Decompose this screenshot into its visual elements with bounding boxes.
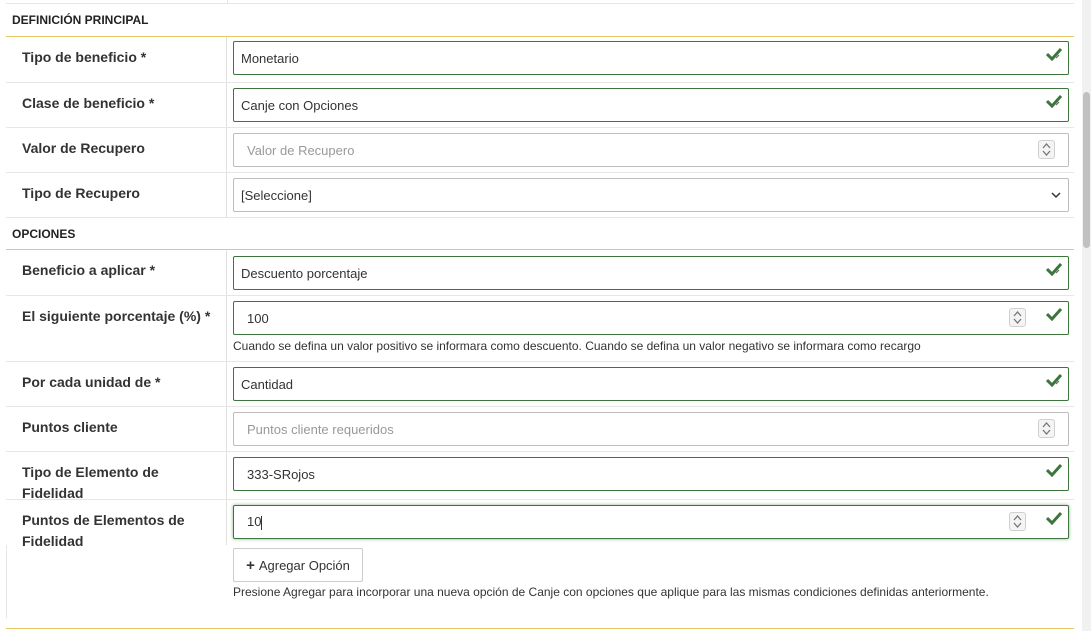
field-value-text: 10 [247,514,262,530]
field-value: [Seleccione] [241,187,312,203]
beneficio-aplicar-select[interactable]: Descuento porcentaje [233,256,1069,290]
check-icon [1046,307,1062,321]
section-title: DEFINICIÓN PRINCIPAL [12,13,149,27]
tipo-beneficio-select[interactable]: Monetario [233,41,1069,75]
field-value: Cantidad [241,376,294,392]
spinner-icon[interactable] [1009,308,1026,327]
text-cursor [261,515,263,530]
section-divider [6,628,1074,629]
row-puntos-cliente: Puntos cliente Puntos cliente requeridos [6,407,1074,452]
tipo-recupero-select[interactable]: [Seleccione] [233,178,1069,212]
check-icon [1046,47,1062,61]
section-title: OPCIONES [12,226,76,241]
field-label: Puntos cliente [6,407,227,451]
porcentaje-input[interactable]: 100 [233,301,1069,335]
unidad-select[interactable]: Cantidad [233,367,1069,401]
spinner-icon[interactable] [1038,140,1055,159]
add-option-label: Agregar Opción [258,557,350,573]
spinner-icon[interactable] [1038,419,1055,438]
row-tipo-elemento: Tipo de Elemento de Fidelidad 333-SRojos [6,452,1074,501]
row-porcentaje: El siguiente porcentaje (%) * 100 Cuando… [6,296,1074,362]
scrollbar-thumb[interactable] [1083,92,1090,248]
label-line: Tipo de Elemento de [22,464,159,480]
row-puntos-elementos: Puntos de Elementos de Fidelidad 10 [6,500,1074,549]
label-line: Puntos de Elementos de [22,512,185,528]
porcentaje-help-text: Cuando se defina un valor positivo se in… [233,339,921,353]
field-value: 100 [247,310,269,326]
field-label: Por cada unidad de * [6,362,227,406]
row-valor-recupero: Valor de Recupero Valor de Recupero [6,128,1074,173]
field-label: Tipo de Recupero [6,173,227,217]
check-icon [1046,511,1062,525]
vertical-scrollbar[interactable] [1082,0,1091,631]
add-option-help-text: Presione Agregar para incorporar una nue… [233,585,989,599]
row-tipo-recupero: Tipo de Recupero [Seleccione] [6,173,1074,218]
field-value: 10 [241,514,263,530]
check-icon [1046,373,1062,387]
field-label: Valor de Recupero [6,128,227,172]
label-line: Fidelidad [22,533,84,549]
check-icon [1046,262,1062,276]
row-beneficio-aplicar: Beneficio a aplicar * Descuento porcenta… [6,250,1074,296]
field-label: Tipo de Elemento de Fidelidad [6,452,227,501]
field-label: El siguiente porcentaje (%) * [6,296,227,361]
chevron-down-icon [1051,191,1061,199]
puntos-cliente-input[interactable]: Puntos cliente requeridos [233,412,1069,446]
tipo-elemento-select[interactable]: 333-SRojos [233,457,1069,491]
plus-icon: + [246,556,255,574]
clase-beneficio-select[interactable]: Canje con Opciones [233,88,1069,122]
field-placeholder: Puntos cliente requeridos [247,421,394,437]
row-clase-beneficio: Clase de beneficio * Canje con Opciones [6,83,1074,128]
field-label: Clase de beneficio * [6,83,227,127]
field-label: Tipo de beneficio * [6,37,227,82]
section-header-opciones: OPCIONES [6,218,1074,250]
field-value: 333-SRojos [247,466,315,482]
add-option-button[interactable]: + Agregar Opción [233,548,363,582]
field-value: Descuento porcentaje [241,265,368,281]
row-unidad: Por cada unidad de * Cantidad [6,362,1074,407]
valor-recupero-input[interactable]: Valor de Recupero [233,133,1069,167]
section-header-principal: DEFINICIÓN PRINCIPAL [6,4,1074,37]
left-divider [6,545,7,618]
field-label: Beneficio a aplicar * [6,250,227,295]
field-placeholder: Valor de Recupero [247,142,355,158]
check-icon [1046,463,1062,477]
puntos-elementos-input[interactable]: 10 [233,505,1069,539]
field-label: Puntos de Elementos de Fidelidad [6,500,227,549]
spinner-icon[interactable] [1009,512,1026,531]
field-value: Monetario [241,50,299,66]
check-icon [1046,94,1062,108]
field-value: Canje con Opciones [241,97,359,113]
row-tipo-beneficio: Tipo de beneficio * Monetario [6,37,1074,83]
